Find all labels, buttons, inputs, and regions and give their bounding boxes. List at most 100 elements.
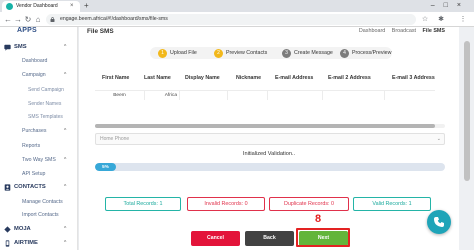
- sidebar-item-manage-contacts[interactable]: Manage Contacts: [22, 199, 63, 205]
- sidebar-section-sms-label: SMS: [14, 44, 27, 50]
- browser-address-bar: ← → ↻ ⌂ engage.beem.africa/#!/dashboard/…: [0, 12, 474, 27]
- scrollbar-thumb[interactable]: [464, 41, 470, 181]
- sidebar-item-dashboard[interactable]: Dashboard: [22, 58, 47, 64]
- chevron-up-icon[interactable]: ^: [64, 184, 66, 190]
- step-number: 3: [282, 48, 291, 58]
- chevron-up-icon[interactable]: ^: [64, 72, 66, 78]
- table-cell: [268, 91, 323, 100]
- sidebar-section-contacts[interactable]: CONTACTS: [4, 184, 46, 191]
- step-number: 4: [340, 48, 349, 58]
- page-vertical-scrollbar[interactable]: [459, 27, 474, 250]
- wizard-stepper: 1 Upload File 2 Preview Contacts 3 Creat…: [150, 47, 392, 59]
- sidebar-item-reports[interactable]: Reports: [22, 143, 40, 149]
- browser-tab-bar: Vendor Dashboard × + –□×: [0, 0, 474, 12]
- sidebar-section-contacts-label: CONTACTS: [14, 184, 46, 190]
- chevron-up-icon[interactable]: ^: [64, 240, 66, 246]
- moja-icon: [4, 226, 11, 233]
- table-cell: [323, 91, 385, 100]
- breadcrumb-dashboard[interactable]: Dashboard: [359, 28, 385, 34]
- breadcrumb-broadcast[interactable]: Broadcast: [392, 28, 416, 34]
- table-cell: Beem: [95, 91, 145, 100]
- step-number: 1: [158, 48, 167, 58]
- valid-records-badge: Valid Records: 1: [353, 197, 431, 211]
- select-value: Home Phone: [100, 136, 130, 142]
- url-text: engage.beem.africa/#!/dashboard/sms/file…: [60, 16, 168, 22]
- column-header: Display Name: [185, 75, 220, 81]
- step-label: Upload File: [170, 50, 197, 56]
- table-cell: Africa: [145, 91, 180, 100]
- sidebar-item-purchases[interactable]: Purchases: [22, 128, 47, 134]
- forward-arrow-icon[interactable]: →: [13, 14, 23, 25]
- column-header: E-mail 2 Address: [328, 75, 371, 81]
- chevron-up-icon[interactable]: ^: [64, 157, 66, 163]
- sms-icon: [4, 44, 11, 51]
- column-header: E-mail Address: [275, 75, 314, 81]
- url-field[interactable]: engage.beem.africa/#!/dashboard/sms/file…: [46, 14, 416, 25]
- annotation-highlight-box: [296, 228, 350, 247]
- contacts-icon: [4, 184, 11, 191]
- chevron-up-icon[interactable]: ^: [64, 44, 66, 50]
- sidebar-subitem-sms-templates[interactable]: SMS Templates: [28, 114, 63, 120]
- sidebar-section-moja-label: MOJA: [14, 226, 31, 232]
- sidebar-section-airtime-label: AIRTIME: [14, 240, 38, 246]
- sidebar-subitem-sender-names[interactable]: Sender Names: [28, 101, 61, 107]
- validation-status: Initialized Validation..: [242, 151, 296, 157]
- browser-menu-icon[interactable]: ⋮: [458, 14, 468, 25]
- breadcrumb: Dashboard Broadcast File SMS: [354, 28, 445, 34]
- column-mapping-select[interactable]: Home Phone ⌄: [95, 133, 445, 145]
- column-header: First Name: [102, 75, 130, 81]
- progress-fill: 5%: [95, 163, 116, 171]
- sidebar-item-import-contacts[interactable]: Import Contacts: [22, 212, 59, 218]
- chat-button[interactable]: [427, 210, 451, 234]
- back-arrow-icon[interactable]: ←: [3, 14, 13, 25]
- table-cell: [180, 91, 228, 100]
- table-cell: [228, 91, 268, 100]
- table-row: Beem Africa: [95, 90, 435, 100]
- step-label: Create Message: [294, 50, 333, 56]
- sidebar-item-api-setup[interactable]: API Setup: [22, 171, 45, 177]
- invalid-records-badge: Invalid Records: 0: [187, 197, 265, 211]
- duplicate-records-badge: Duplicate Records: 0: [269, 197, 349, 211]
- sidebar-section-airtime[interactable]: AIRTIME: [5, 240, 38, 247]
- step-label: Preview Contacts: [226, 50, 268, 56]
- airtime-icon: [5, 240, 10, 247]
- total-records-badge: Total Records: 1: [105, 197, 181, 211]
- sidebar-item-campaign[interactable]: Campaign: [22, 72, 46, 78]
- step-label: Process/Preview: [352, 50, 392, 56]
- home-icon[interactable]: ⌂: [33, 14, 43, 25]
- column-header: Nickname: [236, 75, 262, 81]
- chevron-up-icon[interactable]: ^: [64, 128, 66, 134]
- annotation-number: 8: [315, 213, 322, 225]
- reload-icon[interactable]: ↻: [23, 14, 33, 25]
- sidebar-subitem-send-campaign[interactable]: Send Campaign: [28, 87, 64, 93]
- lock-icon: [50, 17, 55, 22]
- cancel-button[interactable]: Cancel: [191, 231, 240, 246]
- scrollbar-thumb[interactable]: [95, 124, 435, 128]
- table-horizontal-scrollbar[interactable]: [95, 123, 445, 129]
- validation-progress-bar: 5%: [95, 163, 445, 171]
- main-content: File SMS Dashboard Broadcast File SMS 1 …: [79, 27, 459, 250]
- window-controls[interactable]: –□×: [431, 0, 470, 12]
- sidebar: APPS SMS ^ Dashboard Campaign ^ Send Cam…: [0, 27, 78, 250]
- favicon-icon: [6, 3, 13, 10]
- sidebar-section-moja[interactable]: MOJA: [4, 226, 31, 233]
- column-header: E-mail 3 Address: [392, 75, 435, 81]
- page-title: File SMS: [87, 28, 114, 35]
- sidebar-section-sms[interactable]: SMS: [4, 44, 27, 51]
- bookmark-star-icon[interactable]: ☆: [420, 14, 430, 25]
- back-button[interactable]: Back: [245, 231, 294, 246]
- table-header: First Name Last Name Display Name Nickna…: [97, 75, 442, 85]
- extensions-icon[interactable]: ✱: [436, 14, 446, 25]
- chat-icon: [434, 217, 444, 227]
- table-cell: [385, 91, 435, 100]
- breadcrumb-current: File SMS: [422, 28, 445, 34]
- tab-close-icon[interactable]: ×: [70, 1, 74, 12]
- chevron-down-icon: ⌄: [436, 136, 441, 142]
- browser-tab[interactable]: Vendor Dashboard ×: [2, 1, 80, 12]
- sidebar-item-two-way-sms[interactable]: Two Way SMS: [22, 157, 56, 163]
- chevron-up-icon[interactable]: ^: [64, 226, 66, 232]
- tab-title: Vendor Dashboard: [16, 3, 58, 9]
- step-number: 2: [214, 48, 223, 58]
- new-tab-button[interactable]: +: [84, 0, 89, 12]
- column-header: Last Name: [144, 75, 171, 81]
